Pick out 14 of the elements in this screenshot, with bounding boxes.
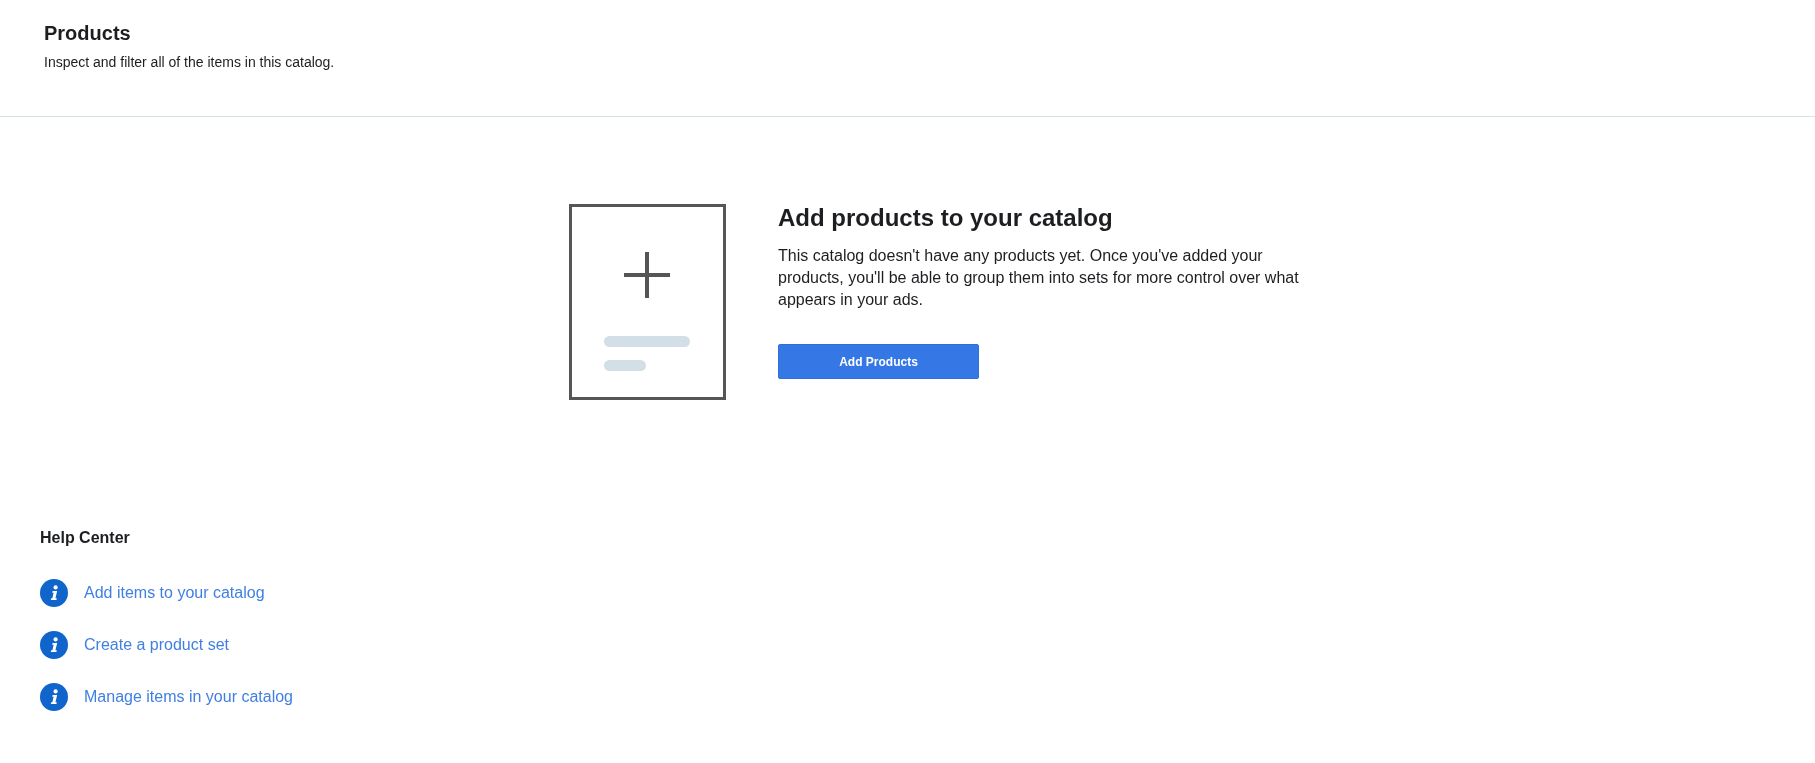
info-icon	[40, 631, 68, 659]
help-center-title: Help Center	[40, 528, 130, 548]
add-products-button[interactable]: Add Products	[778, 344, 979, 379]
info-icon	[40, 579, 68, 607]
plus-icon	[624, 252, 670, 298]
help-link[interactable]: Add items to your catalog	[84, 583, 265, 603]
page-subtitle: Inspect and filter all of the items in this catalog.	[44, 53, 336, 71]
page-title: Products	[44, 21, 132, 45]
empty-state-heading: Add products to your catalog	[778, 204, 1113, 232]
help-link[interactable]: Create a product set	[84, 635, 229, 655]
empty-state-description: This catalog doesn't have any products yet. Once you've added your products, you'll be able to group them into sets for more control over what appears in your ads.	[778, 246, 1300, 310]
help-link[interactable]: Manage items in your catalog	[84, 687, 293, 707]
info-icon	[40, 683, 68, 711]
placeholder-line	[604, 360, 646, 371]
